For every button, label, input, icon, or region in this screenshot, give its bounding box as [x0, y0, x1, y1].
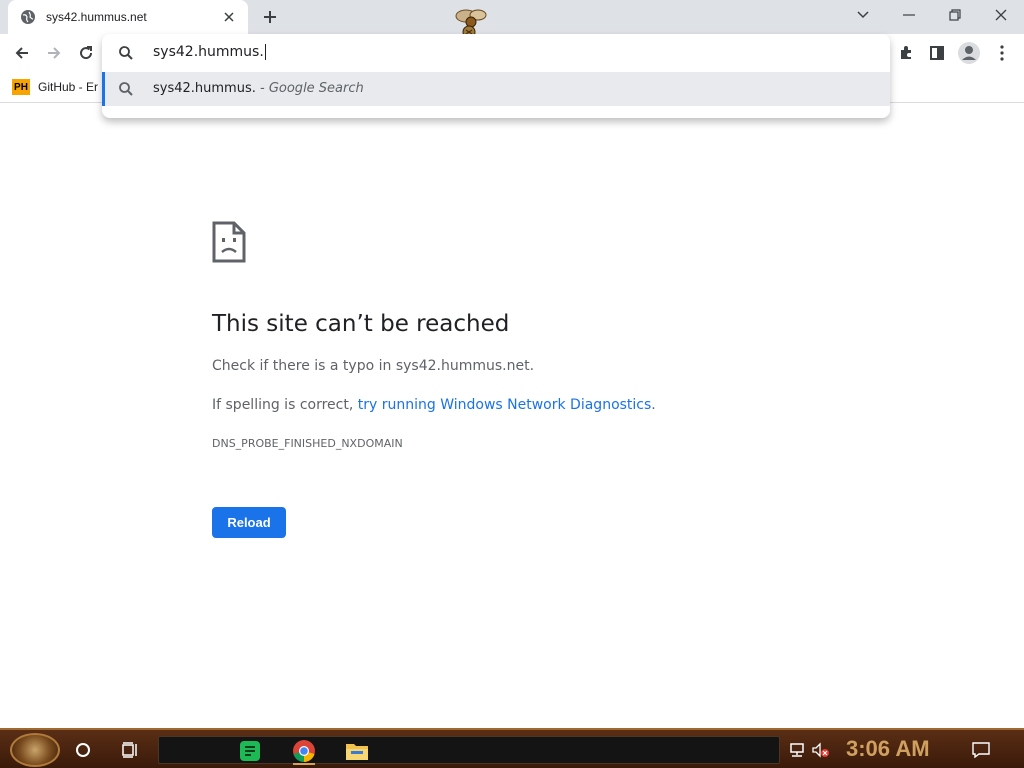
diagnostics-suffix: . [651, 397, 656, 413]
forward-button[interactable] [39, 38, 69, 68]
diagnostics-link[interactable]: try running Windows Network Diagnostics [358, 397, 652, 413]
tab-title: sys42.hummus.net [46, 10, 147, 24]
bookmark-label: GitHub - Er [38, 80, 99, 94]
taskbar-notes-app[interactable] [237, 739, 263, 763]
close-window-button[interactable] [978, 0, 1024, 30]
error-code: DNS_PROBE_FINISHED_NXDOMAIN [212, 437, 403, 450]
profile-button[interactable] [954, 38, 984, 68]
back-button[interactable] [7, 38, 37, 68]
address-input-text: sys42.hummus. [153, 44, 264, 60]
taskbar-chrome[interactable] [291, 739, 317, 765]
restore-button[interactable] [932, 0, 978, 30]
tab-search-button[interactable] [840, 0, 886, 30]
notes-icon [240, 741, 260, 761]
plus-icon [264, 11, 276, 23]
volume-muted-icon[interactable] [811, 740, 831, 760]
suggestion-text: sys42.hummus. - Google Search [153, 81, 364, 96]
puzzle-icon [901, 46, 911, 59]
start-button[interactable] [10, 733, 60, 767]
restore-icon [949, 9, 961, 21]
tab-active[interactable]: sys42.hummus.net [8, 0, 248, 34]
taskbar-clock[interactable]: 3:06 AM [846, 736, 930, 762]
error-title: This site can’t be reached [212, 311, 510, 337]
search-icon [119, 82, 133, 96]
omnibox-dropdown: sys42.hummus. sys42.hummus. - Google Sea… [102, 34, 890, 118]
task-view-button[interactable] [116, 736, 144, 764]
notification-icon[interactable] [971, 740, 991, 760]
address-input[interactable]: sys42.hummus. [153, 44, 266, 60]
side-panel-icon [930, 46, 944, 60]
active-indicator [293, 763, 315, 765]
search-icon [119, 46, 133, 60]
tab-strip: sys42.hummus.net [0, 0, 1024, 39]
sad-page-icon [212, 221, 246, 263]
arrow-right-icon [48, 47, 61, 59]
avatar-icon [958, 42, 980, 64]
suggestion-suffix: - Google Search [255, 81, 364, 96]
reload-toolbar-button[interactable] [71, 38, 101, 68]
error-diagnostics-hint: If spelling is correct, try running Wind… [212, 397, 656, 413]
side-panel-button[interactable] [922, 38, 952, 68]
error-typo-hint: Check if there is a typo in sys42.hummus… [212, 358, 535, 374]
taskbar: 3:06 AM [0, 728, 1024, 768]
taskbar-file-explorer[interactable] [344, 739, 370, 763]
globe-icon [21, 10, 35, 24]
suggestion-query: sys42.hummus. [153, 81, 256, 96]
minimize-icon [903, 14, 915, 16]
omnibox-suggestion[interactable]: sys42.hummus. - Google Search [102, 72, 890, 106]
close-icon [995, 9, 1007, 21]
folder-icon [346, 744, 368, 760]
cortana-button[interactable] [69, 736, 97, 764]
bookmark-github[interactable]: PH GitHub - Er [12, 77, 98, 97]
close-tab-icon[interactable] [220, 8, 238, 26]
text-caret [264, 44, 266, 60]
address-bar[interactable]: sys42.hummus. [102, 34, 890, 72]
task-view-icon [122, 742, 137, 758]
reload-button[interactable]: Reload [212, 507, 286, 538]
refresh-icon [80, 46, 93, 60]
diagnostics-prefix: If spelling is correct, [212, 397, 358, 413]
taskbar-apps [158, 736, 780, 765]
extensions-button[interactable] [891, 38, 921, 68]
bookmark-favicon: PH [12, 79, 30, 95]
new-tab-button[interactable] [258, 5, 282, 29]
chevron-down-icon [857, 11, 869, 19]
chrome-icon [293, 740, 315, 762]
circle-icon [76, 743, 90, 757]
network-icon[interactable] [787, 740, 807, 760]
menu-button[interactable] [987, 38, 1017, 68]
minimize-button[interactable] [886, 0, 932, 30]
page-content: This site can’t be reached Check if ther… [0, 104, 1024, 728]
arrow-left-icon [15, 47, 28, 59]
kebab-menu-icon [1000, 45, 1004, 61]
